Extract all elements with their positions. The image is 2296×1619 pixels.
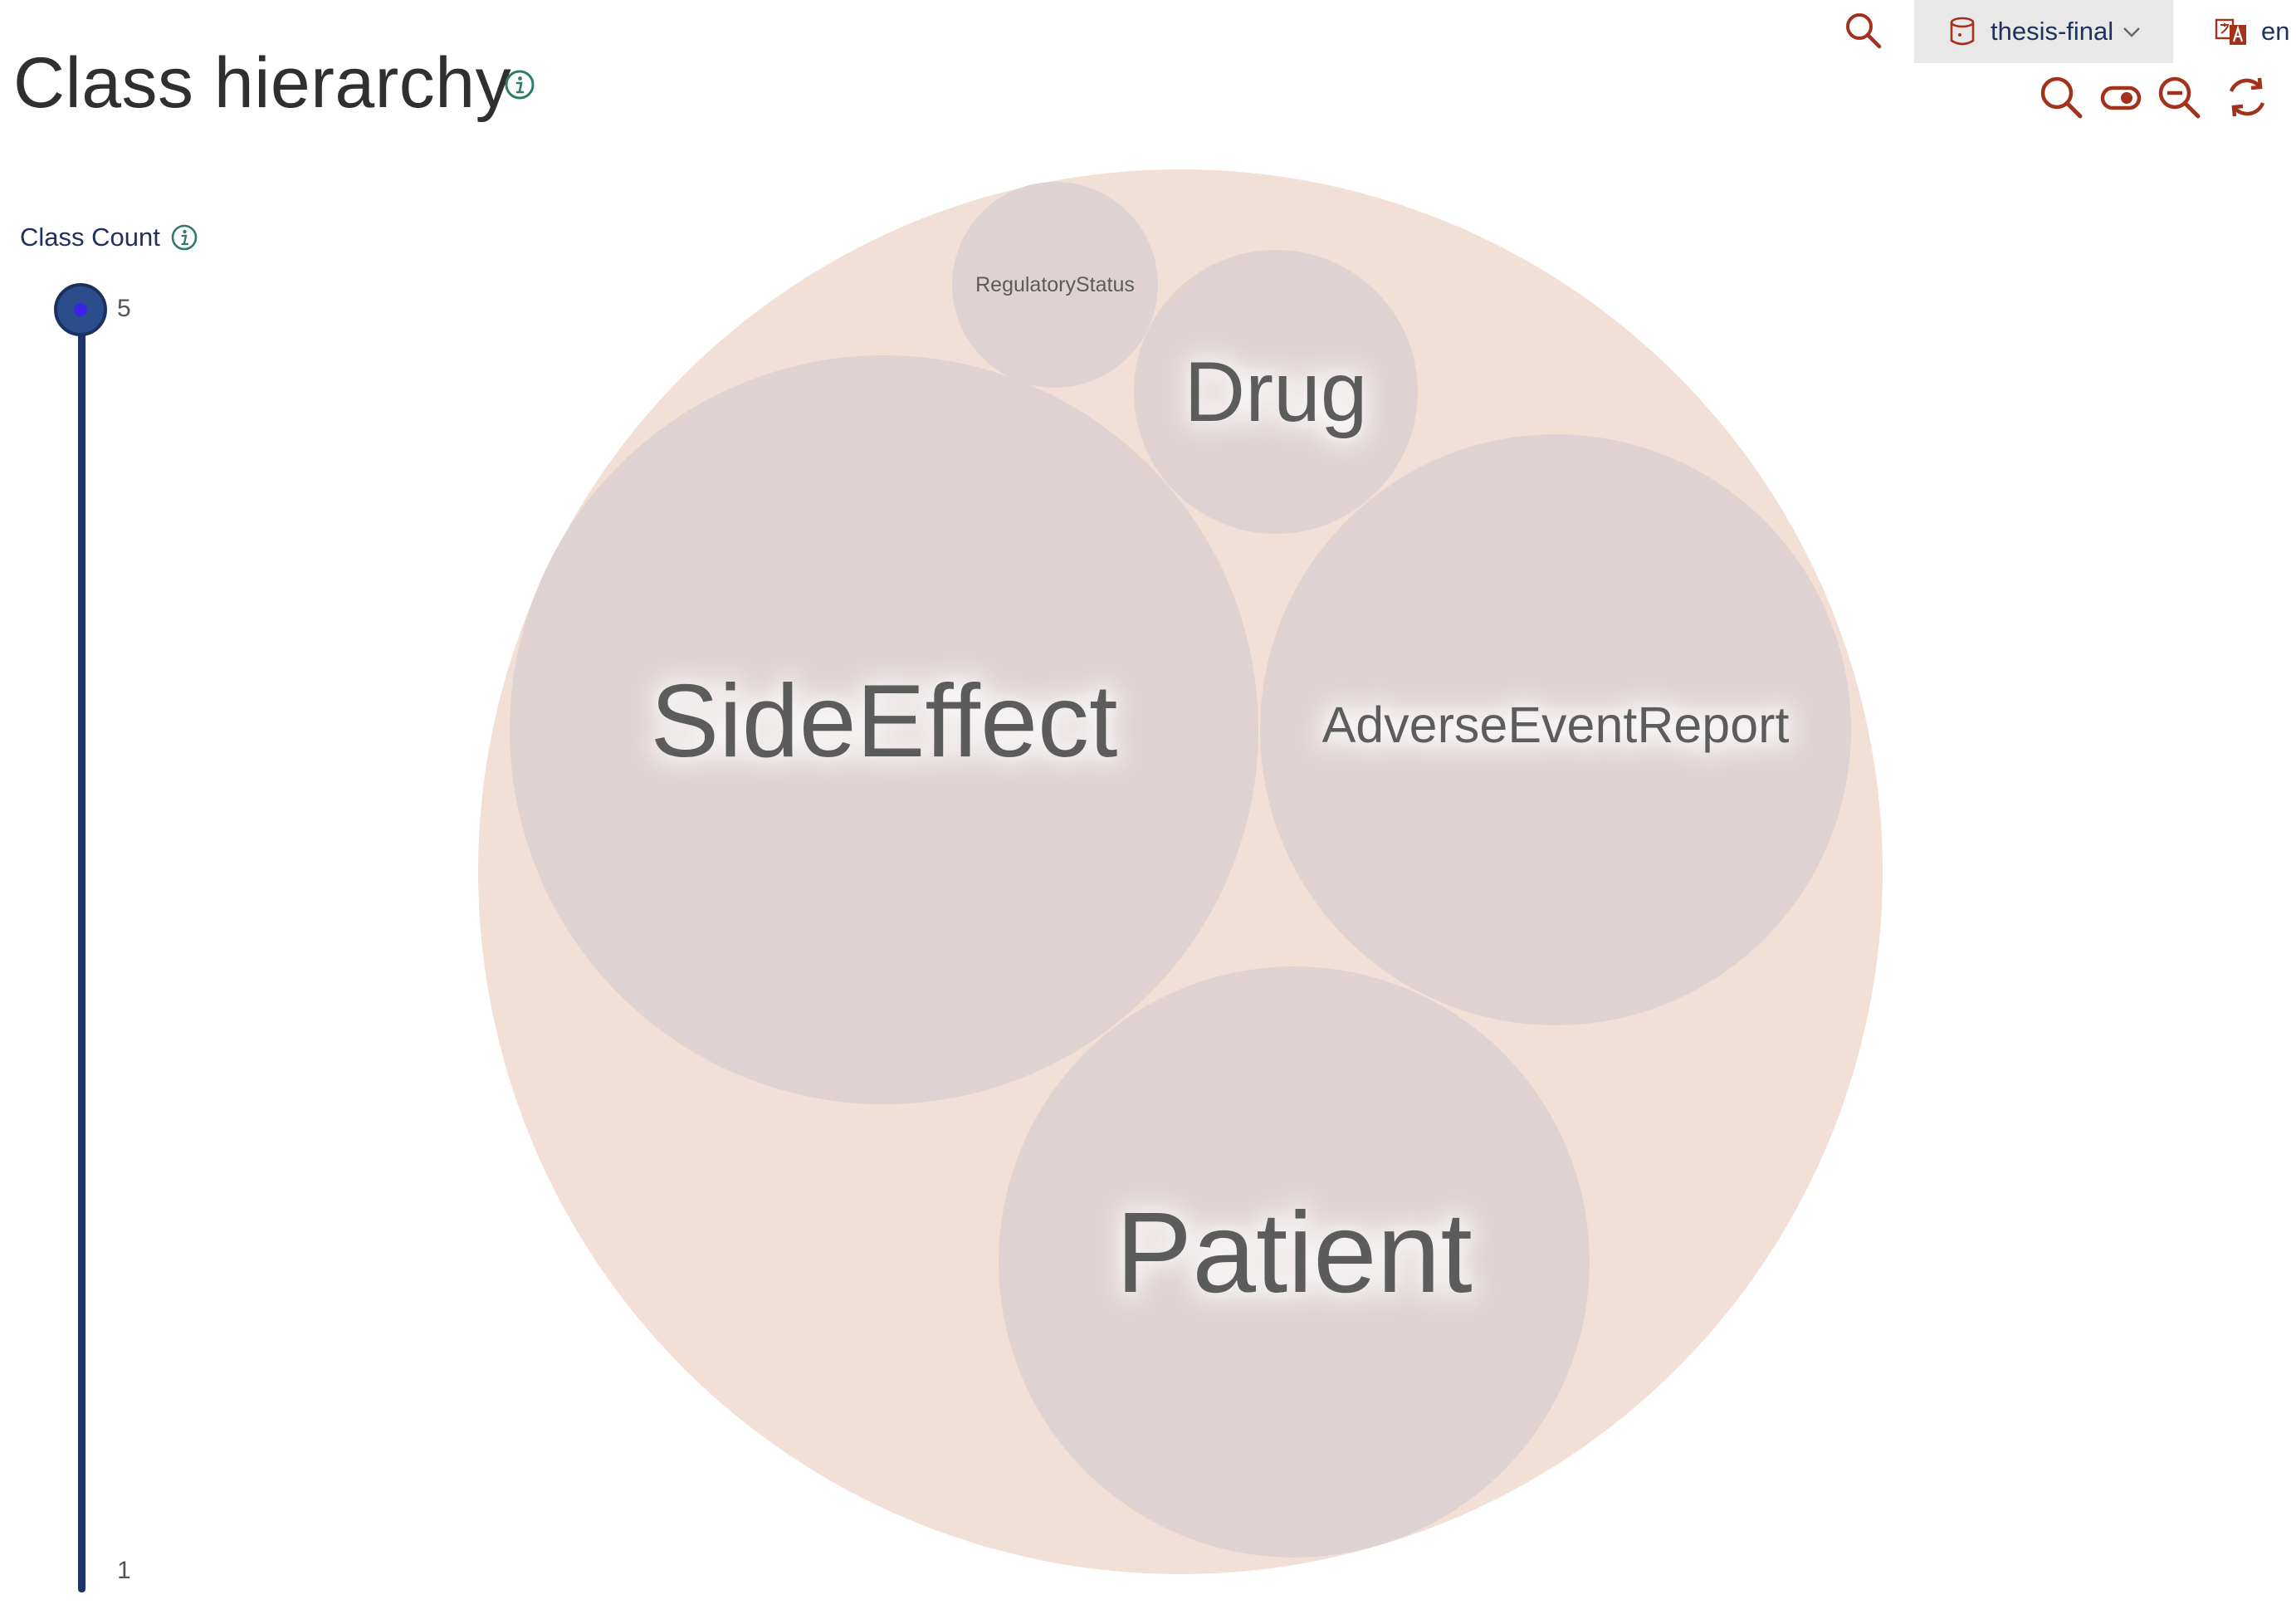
class-label-sideeffect: SideEffect (651, 664, 1118, 779)
class-bubble-adverseeventreport[interactable]: AdverseEventReport (1260, 434, 1851, 1025)
class-bubble-regulatorystatus[interactable]: RegulatoryStatus (952, 182, 1158, 388)
class-hierarchy-visualization[interactable]: RegulatoryStatus Drug SideEffect Adverse… (0, 0, 2296, 1619)
class-bubble-patient[interactable]: Patient (999, 966, 1590, 1558)
class-bubble-sideeffect[interactable]: SideEffect (510, 355, 1258, 1104)
class-label-regulatorystatus: RegulatoryStatus (975, 273, 1135, 296)
class-bubble-drug[interactable]: Drug (1134, 250, 1418, 534)
class-label-patient: Patient (1116, 1189, 1473, 1317)
class-label-drug: Drug (1184, 345, 1367, 439)
class-label-adverseeventreport: AdverseEventReport (1322, 697, 1790, 753)
